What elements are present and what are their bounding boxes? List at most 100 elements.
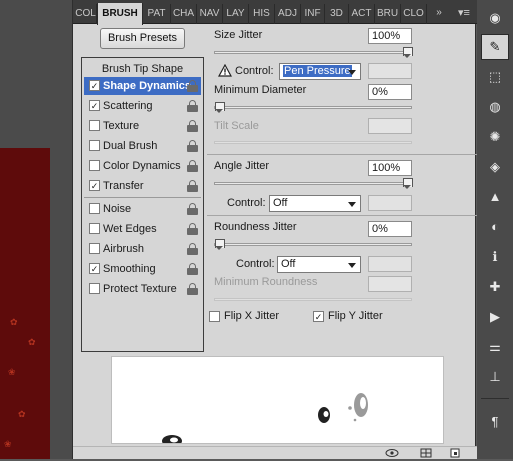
option-dual-brush[interactable]: Dual Brush	[84, 137, 201, 155]
color-swatches-icon[interactable]: ◉	[485, 8, 505, 28]
option-label: Airbrush	[103, 243, 144, 255]
minimum-diameter-slider-thumb[interactable]	[215, 102, 225, 113]
adjustments-icon[interactable]: ◐	[485, 217, 505, 237]
lock-icon[interactable]	[187, 243, 198, 255]
angle-control-value: Off	[273, 197, 288, 209]
roundness-jitter-input[interactable]: 0%	[368, 221, 412, 237]
option-checkbox[interactable]: ✓	[89, 80, 100, 91]
option-checkbox[interactable]: ✓	[89, 100, 100, 111]
option-airbrush[interactable]: Airbrush	[84, 240, 201, 258]
size-control-select[interactable]: Pen Pressure	[279, 63, 361, 80]
tilt-scale-input	[368, 118, 412, 134]
tab-clone-source[interactable]: CLO	[401, 4, 427, 24]
option-checkbox[interactable]	[89, 203, 100, 214]
tab-brush-presets[interactable]: BRU	[375, 4, 401, 24]
artwork-flower: ✿	[28, 337, 36, 347]
roundness-fade-input	[368, 256, 412, 272]
option-checkbox[interactable]	[89, 283, 100, 294]
new-brush-icon[interactable]	[449, 448, 461, 458]
tab-adjustments[interactable]: ADJ	[275, 4, 301, 24]
grid-view-icon[interactable]	[420, 448, 432, 458]
size-jitter-label: Size Jitter	[214, 29, 263, 41]
option-checkbox[interactable]	[89, 140, 100, 151]
lock-icon[interactable]	[187, 100, 198, 112]
size-jitter-slider-thumb[interactable]	[403, 47, 413, 58]
angle-jitter-slider-thumb[interactable]	[403, 178, 413, 189]
minimum-diameter-input[interactable]: 0%	[368, 84, 412, 100]
toggle-live-tip-icon[interactable]	[385, 448, 399, 458]
tab-brush[interactable]: BRUSH	[97, 3, 143, 25]
lock-icon[interactable]	[187, 223, 198, 235]
flip-x-check[interactable]	[209, 311, 220, 322]
lock-icon[interactable]	[187, 263, 198, 275]
section-divider	[207, 154, 477, 155]
chevron-down-icon	[348, 202, 356, 207]
brush-dab-light	[348, 393, 368, 422]
option-checkbox[interactable]	[89, 223, 100, 234]
tab-channels[interactable]: CHA	[171, 4, 197, 24]
size-jitter-input[interactable]: 100%	[368, 28, 412, 44]
document-canvas-area: ✿ ✿ ❀ ✿ ❀	[0, 0, 72, 459]
info-icon[interactable]: ℹ	[485, 247, 505, 267]
lock-icon[interactable]	[187, 283, 198, 295]
roundness-control-select[interactable]: Off	[277, 256, 361, 273]
brush-tip-shape-item[interactable]: Brush Tip Shape	[82, 60, 203, 78]
flip-y-check[interactable]: ✓	[313, 311, 324, 322]
brush-panel-icon[interactable]: ✎	[481, 34, 509, 60]
tab-3d[interactable]: 3D	[325, 4, 349, 24]
tab-color[interactable]: COL	[75, 4, 97, 24]
minimum-diameter-slider[interactable]	[214, 102, 412, 113]
brush-stroke-preview	[111, 356, 444, 444]
option-transfer[interactable]: ✓ Transfer	[84, 177, 201, 195]
lock-icon[interactable]	[187, 80, 198, 92]
lock-icon[interactable]	[187, 203, 198, 215]
3d-object-icon[interactable]: ◍	[485, 97, 505, 117]
play-icon[interactable]: ▶	[485, 307, 505, 327]
option-checkbox[interactable]: ✓	[89, 263, 100, 274]
lock-icon[interactable]	[187, 160, 198, 172]
layers-icon[interactable]: ◈	[485, 157, 505, 177]
option-scattering[interactable]: ✓ Scattering	[84, 97, 201, 115]
option-checkbox[interactable]	[89, 243, 100, 254]
lock-icon[interactable]	[187, 140, 198, 152]
option-texture[interactable]: Texture	[84, 117, 201, 135]
tab-layers[interactable]: LAY	[223, 4, 249, 24]
roundness-control-label: Control:	[236, 258, 275, 270]
angle-jitter-slider[interactable]	[214, 178, 413, 189]
option-protect-texture[interactable]: Protect Texture	[84, 280, 201, 298]
roundness-jitter-slider[interactable]	[214, 239, 412, 250]
option-wet-edges[interactable]: Wet Edges	[84, 220, 201, 238]
option-noise[interactable]: Noise	[84, 200, 201, 218]
roundness-jitter-slider-thumb[interactable]	[215, 239, 225, 250]
actions-icon[interactable]: ✚	[485, 277, 505, 297]
tab-navigator[interactable]: NAV	[197, 4, 223, 24]
tab-paths[interactable]: PAT	[143, 4, 171, 24]
tab-info[interactable]: INF	[301, 4, 325, 24]
option-smoothing[interactable]: ✓ Smoothing	[84, 260, 201, 278]
transform-icon[interactable]: ⬚	[485, 67, 505, 87]
character-icon[interactable]: ⊥	[485, 367, 505, 387]
option-label: Wet Edges	[103, 223, 157, 235]
artwork-flower: ❀	[4, 439, 12, 449]
option-checkbox[interactable]	[89, 160, 100, 171]
tab-histogram[interactable]: HIS	[249, 4, 275, 24]
paragraph-icon[interactable]: ¶	[485, 412, 505, 432]
option-checkbox[interactable]	[89, 120, 100, 131]
clone-source-icon[interactable]: ⚌	[485, 337, 505, 357]
lock-icon[interactable]	[187, 120, 198, 132]
histogram-icon[interactable]: ▲	[485, 187, 505, 207]
option-shape-dynamics[interactable]: ✓ Shape Dynamics	[84, 77, 201, 95]
option-checkbox[interactable]: ✓	[89, 180, 100, 191]
lock-icon[interactable]	[187, 180, 198, 192]
tab-overflow-icon[interactable]: »	[431, 6, 447, 20]
angle-control-select[interactable]: Off	[269, 195, 361, 212]
size-jitter-slider[interactable]	[214, 47, 413, 58]
panel-menu-icon[interactable]: ▾≡	[455, 6, 473, 20]
tab-actions[interactable]: ACT	[349, 4, 375, 24]
angle-jitter-input[interactable]: 100%	[368, 160, 412, 176]
option-color-dynamics[interactable]: Color Dynamics	[84, 157, 201, 175]
3d-mesh-icon[interactable]: ✺	[485, 127, 505, 147]
brush-presets-button[interactable]: Brush Presets	[100, 28, 185, 49]
stroke-preview-graphic	[162, 393, 368, 443]
minimum-roundness-label: Minimum Roundness	[214, 276, 318, 288]
